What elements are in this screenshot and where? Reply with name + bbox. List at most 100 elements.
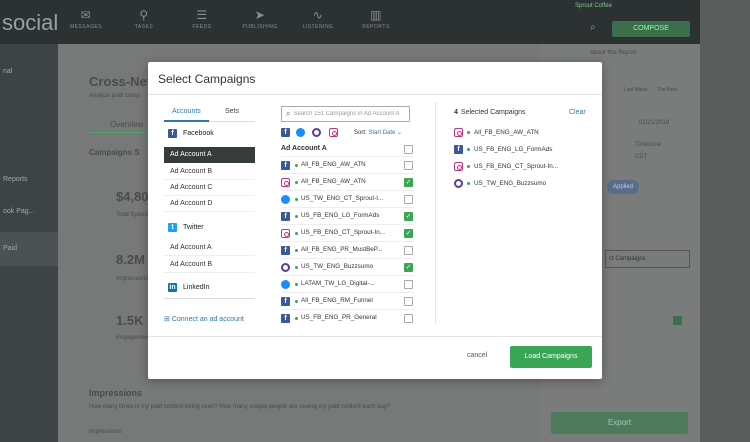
status-dot [467, 182, 470, 185]
metric-value: $4,80 [116, 189, 149, 204]
export-button[interactable]: Export [551, 412, 688, 434]
nav-tasks[interactable]: ⚲ TASKS [118, 6, 170, 42]
campaign-checkbox[interactable] [404, 161, 413, 170]
status-dot [295, 181, 298, 184]
selected-campaign-row[interactable]: All_FB_ENG_AW_ATN [454, 124, 539, 141]
campaign-checkbox[interactable] [404, 195, 413, 204]
account-item[interactable]: Ad Account A [164, 240, 255, 256]
load-campaigns-button[interactable]: Load Campaigns [510, 346, 592, 368]
campaign-checkbox[interactable]: ✓ [404, 229, 413, 238]
selected-campaign-row[interactable]: f US_FB_ENG_LG_FormAds [454, 141, 552, 158]
nav-reports[interactable]: ▥ REPORTS [350, 6, 402, 42]
nav-messages[interactable]: ✉ MESSAGES [60, 6, 112, 42]
envelope-icon: ✉ [80, 8, 92, 22]
campaign-row[interactable]: f All_FB_ENG_AW_ATN [281, 156, 414, 173]
tab-underline [89, 132, 149, 133]
account-item[interactable]: Ad Account B [164, 164, 255, 180]
campaign-row[interactable]: f US_FB_ENG_PR_General [281, 309, 414, 326]
timezone-label: Timezone [635, 142, 662, 148]
search-icon[interactable]: ⌕ [590, 22, 596, 33]
cancel-button[interactable]: cancel [467, 352, 487, 359]
selected-campaign-row[interactable]: US_FB_ENG_CT_Sprout-In... [454, 158, 558, 175]
divider [148, 94, 602, 95]
plus-icon: ⊞ [164, 316, 170, 323]
sort-label: Sort: [354, 130, 367, 136]
send-icon: ➤ [254, 8, 266, 22]
status-dot [295, 215, 298, 218]
messenger-icon[interactable] [296, 128, 305, 137]
compose-button[interactable]: COMPOSE [612, 21, 690, 37]
status-dot [295, 317, 298, 320]
messenger-icon [281, 195, 290, 204]
campaign-search[interactable]: ⌕ [281, 106, 410, 122]
account-item-selected[interactable]: Ad Account A [164, 147, 255, 163]
facebook-icon: f [281, 314, 290, 323]
campaign-row[interactable]: US_FB_ENG_CT_Sprout-In... ✓ [281, 224, 414, 241]
select-all-checkbox[interactable] [404, 145, 413, 154]
campaign-row[interactable]: US_TW_ENG_CT_Sprout-I... [281, 190, 414, 207]
sidebar: nal Reports ook Pag... Paid [0, 44, 58, 442]
checkbox[interactable] [673, 316, 682, 325]
account-item[interactable]: Ad Account D [164, 196, 255, 212]
sidebar-item-paid[interactable]: Paid [0, 232, 58, 266]
sidebar-item[interactable]: ook Pag... [0, 204, 58, 220]
campaign-checkbox[interactable] [404, 280, 413, 289]
campaign-row[interactable]: f All_FB_ENG_RM_Funnel [281, 292, 414, 309]
campaign-name: US_FB_ENG_CT_Sprout-In... [301, 229, 385, 236]
audience-network-icon[interactable] [312, 128, 321, 137]
window-edge [700, 0, 750, 442]
nav-publishing[interactable]: ➤ PUBLISHING [234, 6, 286, 42]
campaign-checkbox[interactable] [404, 314, 413, 323]
nav-listening[interactable]: ∿ LISTENING [292, 6, 344, 42]
audience-network-icon [281, 263, 290, 272]
date-field[interactable]: 01/21/2018 [639, 120, 669, 126]
campaign-name: All_FB_ENG_RM_Funnel [301, 297, 373, 304]
campaign-row[interactable]: LATAM_TW_LG_Digital-... [281, 275, 414, 292]
metric-value: 1.5K [116, 313, 144, 328]
campaign-row[interactable]: All_FB_ENG_AW_ATN ✓ [281, 173, 414, 190]
campaign-checkbox[interactable] [404, 246, 413, 255]
sort-control[interactable]: Sort: Start Date ⌄ [354, 129, 402, 136]
sidebar-item-reports[interactable]: Reports [0, 172, 58, 188]
campaign-row[interactable]: f All_FB_ENG_PR_MustBeP... [281, 241, 414, 258]
tab-sets[interactable]: Sets [225, 108, 239, 115]
chart-icon: ▥ [370, 8, 382, 22]
instagram-icon[interactable] [329, 128, 338, 137]
selected-campaign-row[interactable]: US_TW_ENG_Buzzsumo [454, 175, 546, 192]
campaign-checkbox[interactable]: ✓ [404, 212, 413, 221]
range-the-new[interactable]: The New [657, 87, 677, 93]
instagram-icon [454, 128, 463, 137]
network-linkedin[interactable]: in LinkedIn [168, 280, 209, 294]
instagram-icon [454, 162, 463, 171]
campaign-name: LATAM_TW_LG_Digital-... [301, 280, 375, 287]
facebook-icon[interactable]: f [281, 128, 290, 137]
campaign-name: US_FB_ENG_PR_General [301, 314, 377, 321]
sidebar-item[interactable]: nal [0, 64, 58, 80]
select-campaigns-modal: Select Campaigns Accounts Sets f Faceboo… [148, 62, 602, 379]
campaign-checkbox[interactable]: ✓ [404, 263, 413, 272]
range-last-week[interactable]: Last Week [624, 87, 648, 93]
metric-label: Total Spend [116, 212, 148, 218]
campaign-name: All_FB_ENG_AW_ATN [301, 178, 366, 185]
clear-button[interactable]: Clear [569, 109, 586, 116]
section-title: Campaigns S [89, 148, 140, 157]
network-twitter[interactable]: t Twitter [168, 220, 204, 234]
search-input[interactable] [293, 111, 406, 117]
nav-feeds[interactable]: ☰ FEEDS [176, 6, 228, 42]
campaign-checkbox[interactable] [404, 297, 413, 306]
tab-accounts[interactable]: Accounts [172, 108, 201, 115]
connect-account-link[interactable]: ⊞ Connect an ad account [164, 315, 244, 323]
campaign-checkbox[interactable]: ✓ [404, 178, 413, 187]
campaign-row[interactable]: US_TW_ENG_Buzzsumo ✓ [281, 258, 414, 275]
account-item[interactable]: Ad Account B [164, 257, 255, 273]
account-item[interactable]: Ad Account C [164, 180, 255, 196]
select-campaigns-button[interactable]: ct Campaigns [605, 250, 690, 268]
twitter-icon: t [168, 222, 177, 232]
campaign-row[interactable]: f US_FB_ENG_LG_FormAds ✓ [281, 207, 414, 224]
facebook-icon: f [168, 128, 177, 138]
campaign-name: All_FB_ENG_AW_ATN [301, 161, 366, 168]
network-facebook[interactable]: f Facebook [168, 126, 214, 140]
tab-overview[interactable]: Overview [110, 120, 143, 129]
wave-icon: ∿ [312, 8, 324, 22]
about-report-link[interactable]: About this Report [590, 50, 636, 56]
